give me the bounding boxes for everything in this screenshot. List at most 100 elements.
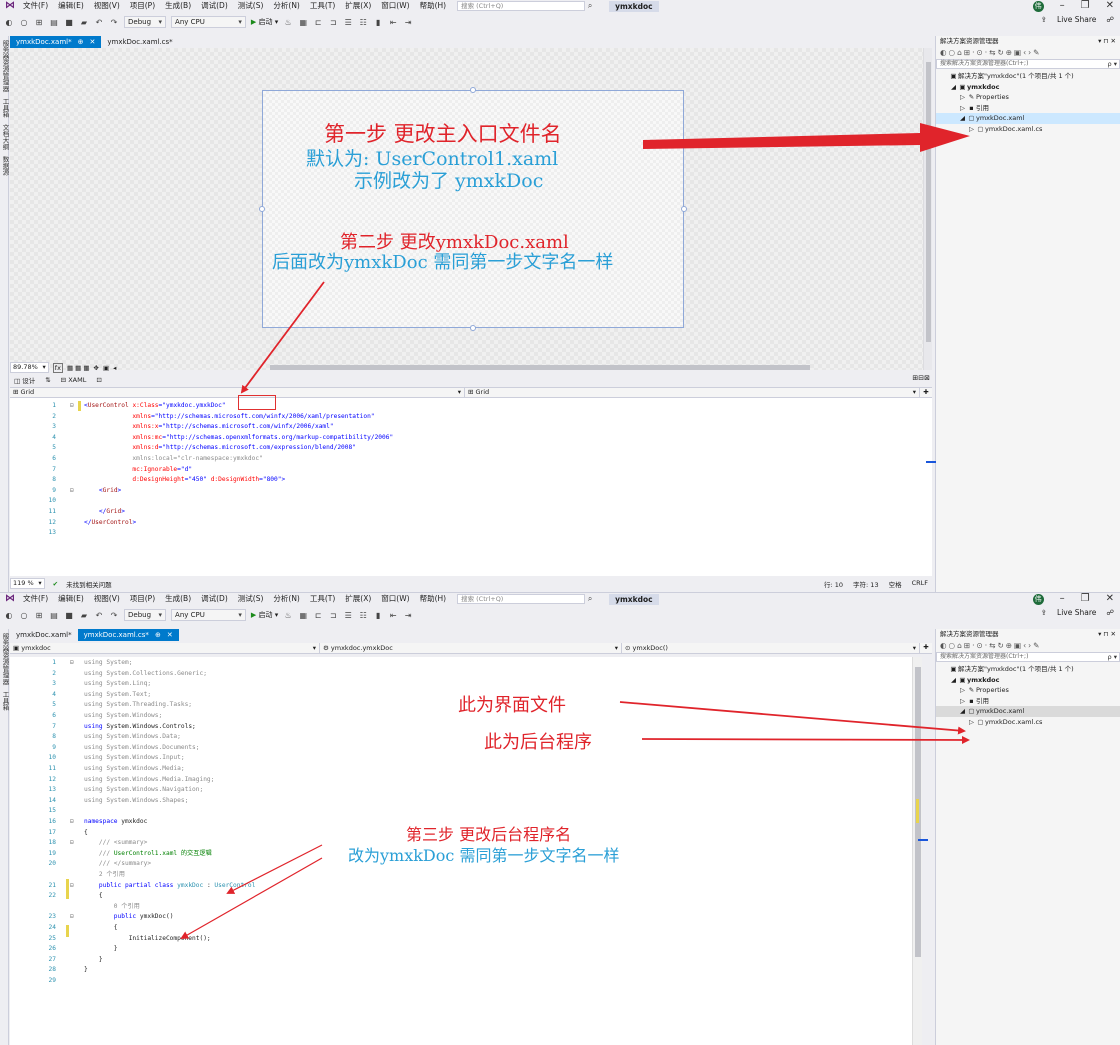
bookmark-prev-icon[interactable]: ⇤ bbox=[388, 18, 398, 27]
live-share-button-2[interactable]: ⇪ Live Share ☍ bbox=[1041, 608, 1114, 617]
search-input[interactable]: 搜索 (Ctrl+Q) bbox=[457, 1, 586, 11]
fold-toggle-icon[interactable]: ⊟ bbox=[70, 658, 74, 669]
configuration-select-2[interactable]: Debug bbox=[124, 609, 167, 621]
open-icon-2[interactable]: ▤ bbox=[49, 611, 59, 620]
fold-toggle-icon[interactable]: ⊟ bbox=[70, 401, 74, 412]
fold-toggle-icon[interactable]: ⊟ bbox=[70, 881, 74, 892]
expand-arrow-icon[interactable]: ◢ bbox=[949, 675, 958, 686]
solution-tree-item[interactable]: ◢ ▣ymxkdoc bbox=[936, 675, 1120, 686]
align-icon-2[interactable]: ⊏ bbox=[313, 611, 323, 620]
menu-item-1[interactable]: 编辑(E) bbox=[53, 0, 89, 12]
whitespace-indicator[interactable]: 空格 bbox=[889, 579, 902, 589]
solution-tree-item[interactable]: ▷ ▪ 引用 bbox=[936, 103, 1120, 114]
menu-item-6[interactable]: 测试(S) bbox=[233, 593, 269, 605]
zoom-select[interactable]: 89.78% bbox=[10, 362, 49, 373]
redo-icon[interactable]: ↷ bbox=[109, 18, 119, 27]
restore-icon[interactable]: ❐ bbox=[1081, 0, 1090, 12]
new-item-icon-2[interactable]: ⊞ bbox=[34, 611, 44, 620]
add-pane-icon-2[interactable]: ✚ bbox=[920, 643, 932, 653]
forward-icon[interactable]: ○ bbox=[19, 18, 29, 27]
tab-close-icon[interactable]: ✕ bbox=[89, 38, 95, 46]
tab-design[interactable]: ◫ 设计 bbox=[14, 375, 35, 385]
expand-arrow-icon[interactable]: ◢ bbox=[958, 113, 967, 124]
fold-toggle-icon[interactable]: ⊟ bbox=[70, 486, 74, 497]
menu-item-11[interactable]: 帮助(H) bbox=[415, 593, 452, 605]
align-icon[interactable]: ⊏ bbox=[313, 18, 323, 27]
search-icon-2[interactable]: ⌕ bbox=[583, 594, 597, 604]
solution-explorer-search-input[interactable]: 搜索解决方案资源管理器(Ctrl+;) bbox=[936, 59, 1120, 69]
open-icon[interactable]: ▤ bbox=[49, 18, 59, 27]
indent-icon-2[interactable]: ⊐ bbox=[328, 611, 338, 620]
fold-toggle-icon[interactable]: ⊟ bbox=[70, 817, 74, 828]
menu-item-2[interactable]: 视图(V) bbox=[89, 593, 125, 605]
comment-icon[interactable]: ☰ bbox=[343, 18, 353, 27]
grid-toggle-icon[interactable]: ▦ ▦ ▦ bbox=[67, 364, 90, 372]
minimize-icon[interactable]: – bbox=[1060, 0, 1065, 12]
rail-item-1[interactable]: 工具箱 bbox=[0, 96, 9, 120]
menu-item-7[interactable]: 分析(N) bbox=[268, 0, 304, 12]
type-dropdown[interactable]: ⚙ ymxkdoc.ymxkDoc bbox=[320, 643, 622, 653]
menu-item-3[interactable]: 项目(P) bbox=[125, 0, 160, 12]
bookmark-icon-2[interactable]: ▮ bbox=[373, 611, 383, 620]
menu-item-7[interactable]: 分析(N) bbox=[268, 593, 304, 605]
hot-reload-icon-2[interactable]: ♨ bbox=[283, 611, 293, 620]
menu-item-10[interactable]: 窗口(W) bbox=[376, 0, 414, 12]
fold-toggle-icon[interactable]: ⊟ bbox=[70, 838, 74, 849]
expand-arrow-icon[interactable]: ▷ bbox=[958, 696, 967, 707]
xaml-code-editor[interactable]: 1 ⊟ <UserControl x:Class="ymxkdoc.ymxkDoc"… bbox=[10, 398, 932, 576]
save-icon[interactable]: ■ bbox=[64, 18, 74, 27]
comment-icon-2[interactable]: ☰ bbox=[343, 611, 353, 620]
account-avatar-2[interactable]: 伟 bbox=[1032, 593, 1044, 605]
bookmark-prev-icon-2[interactable]: ⇤ bbox=[388, 611, 398, 620]
bookmark-icon[interactable]: ▮ bbox=[373, 18, 383, 27]
menu-item-11[interactable]: 帮助(H) bbox=[415, 0, 452, 12]
line-ending-indicator[interactable]: CRLF bbox=[912, 579, 928, 589]
uncomment-icon[interactable]: ☷ bbox=[358, 18, 368, 27]
element-breadcrumb-right[interactable]: ⊞ Grid bbox=[465, 388, 920, 397]
menu-item-10[interactable]: 窗口(W) bbox=[376, 593, 414, 605]
scroll-thumb[interactable] bbox=[926, 62, 931, 342]
menu-item-3[interactable]: 项目(P) bbox=[125, 593, 160, 605]
resize-handle-bottom[interactable] bbox=[470, 325, 476, 331]
tab-close-icon[interactable]: ✕ bbox=[167, 631, 173, 639]
fold-toggle-icon[interactable]: ⊟ bbox=[70, 912, 74, 923]
close-icon[interactable]: ✕ bbox=[1106, 0, 1114, 12]
browse-icon[interactable]: ▦ bbox=[298, 18, 308, 27]
save-all-icon-2[interactable]: ▰ bbox=[79, 611, 89, 620]
menu-item-9[interactable]: 扩展(X) bbox=[340, 593, 376, 605]
solution-explorer-toolbar[interactable]: ◐○⌂⊞·⊙·⇆↻⊕▣‹›✎ bbox=[936, 47, 1120, 59]
expand-arrow-icon[interactable]: ▷ bbox=[967, 124, 976, 135]
solution-explorer-search-input[interactable]: 搜索解决方案资源管理器(Ctrl+;) bbox=[936, 652, 1120, 662]
start-button[interactable]: ▶ 启动 ▾ bbox=[251, 17, 278, 27]
solution-tree-item[interactable]: ◢ ▢ymxkDoc.xaml bbox=[936, 113, 1120, 124]
minimize-icon-2[interactable]: – bbox=[1060, 593, 1065, 605]
undo-icon-2[interactable]: ↶ bbox=[94, 611, 104, 620]
expand-arrow-icon[interactable]: ▷ bbox=[958, 92, 967, 103]
menu-item-5[interactable]: 调试(D) bbox=[196, 0, 233, 12]
snap-icon[interactable]: ✥ bbox=[94, 364, 99, 372]
hot-reload-icon[interactable]: ♨ bbox=[283, 18, 293, 27]
add-pane-icon[interactable]: ✚ bbox=[920, 388, 932, 397]
menu-item-0[interactable]: 文件(F) bbox=[18, 0, 53, 12]
expand-arrow-icon[interactable]: ▷ bbox=[967, 717, 976, 728]
forward-icon-2[interactable]: ○ bbox=[19, 611, 29, 620]
menu-item-5[interactable]: 调试(D) bbox=[196, 593, 233, 605]
doc-tab-1[interactable]: ymxkDoc.xaml.cs* ⊕ ✕ bbox=[77, 629, 179, 641]
panel-window-controls[interactable]: ▾ ⊓ ✕ bbox=[1098, 36, 1116, 47]
expand-arrow-icon[interactable]: ◢ bbox=[958, 706, 967, 717]
solution-tree-item[interactable]: ▣解决方案"ymxkdoc"(1 个项目/共 1 个) bbox=[936, 664, 1120, 675]
menu-item-0[interactable]: 文件(F) bbox=[18, 593, 53, 605]
expand-arrow-icon[interactable]: ▷ bbox=[958, 103, 967, 114]
rail-item-0[interactable]: 服务器资源管理器 bbox=[0, 631, 9, 687]
expand-arrow-icon[interactable]: ▷ bbox=[958, 685, 967, 696]
project-dropdown[interactable]: ▣ ymxkdoc bbox=[10, 643, 320, 653]
close-icon-2[interactable]: ✕ bbox=[1106, 593, 1114, 605]
menu-item-2[interactable]: 视图(V) bbox=[89, 0, 125, 12]
solution-tree-item[interactable]: ◢ ▣ymxkdoc bbox=[936, 82, 1120, 93]
solution-tree-item[interactable]: ◢ ▢ymxkDoc.xaml bbox=[936, 706, 1120, 717]
account-avatar[interactable]: 伟 bbox=[1032, 0, 1044, 12]
menu-item-8[interactable]: 工具(T) bbox=[305, 0, 340, 12]
solution-tree-item[interactable]: ▷ ▪ 引用 bbox=[936, 696, 1120, 707]
platform-select[interactable]: Any CPU bbox=[171, 16, 246, 28]
rail-item-1[interactable]: 工具箱 bbox=[0, 689, 9, 713]
